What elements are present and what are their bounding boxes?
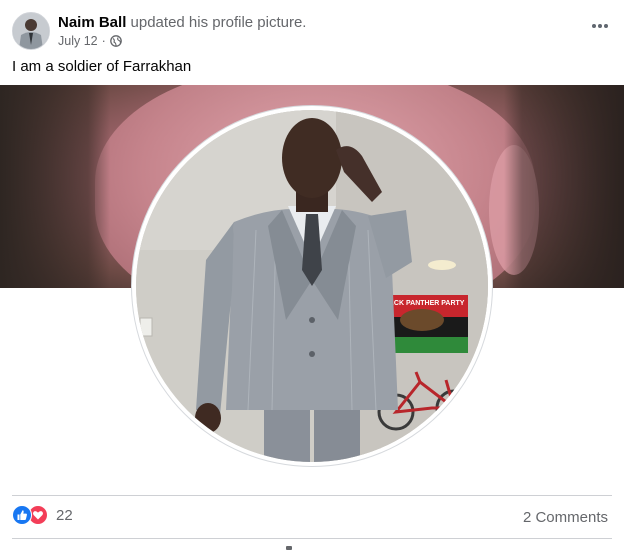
reaction-icons [12,505,50,525]
post-caption: I am a soldier of Farrakhan [12,58,192,75]
reactions-top-divider [12,495,612,496]
meta-separator: · [101,34,106,48]
profile-picture[interactable]: BLACK PANTHER PARTY [136,110,488,462]
reaction-count: 22 [56,506,73,524]
cursor-fragment [286,546,292,550]
post-title-line: Naim Ball updated his profile picture. [58,14,306,31]
like-icon [12,505,32,525]
reactions-summary[interactable]: 22 [12,505,73,525]
post-action-text: updated his profile picture. [126,14,307,31]
actions-top-divider [12,538,612,539]
more-horizontal-icon[interactable] [588,16,612,36]
post-header: Naim Ball updated his profile picture. J… [12,10,612,54]
cover-shadow-left [0,85,110,288]
facebook-post: Naim Ball updated his profile picture. J… [0,0,624,550]
author-avatar[interactable] [12,12,50,50]
cover-shadow-right [504,85,624,288]
author-name[interactable]: Naim Ball [58,14,126,31]
comments-count-link[interactable]: 2 Comments [523,509,608,526]
globe-icon[interactable] [109,35,122,47]
post-meta: July 12 · [58,34,122,48]
post-date[interactable]: July 12 [58,34,98,48]
